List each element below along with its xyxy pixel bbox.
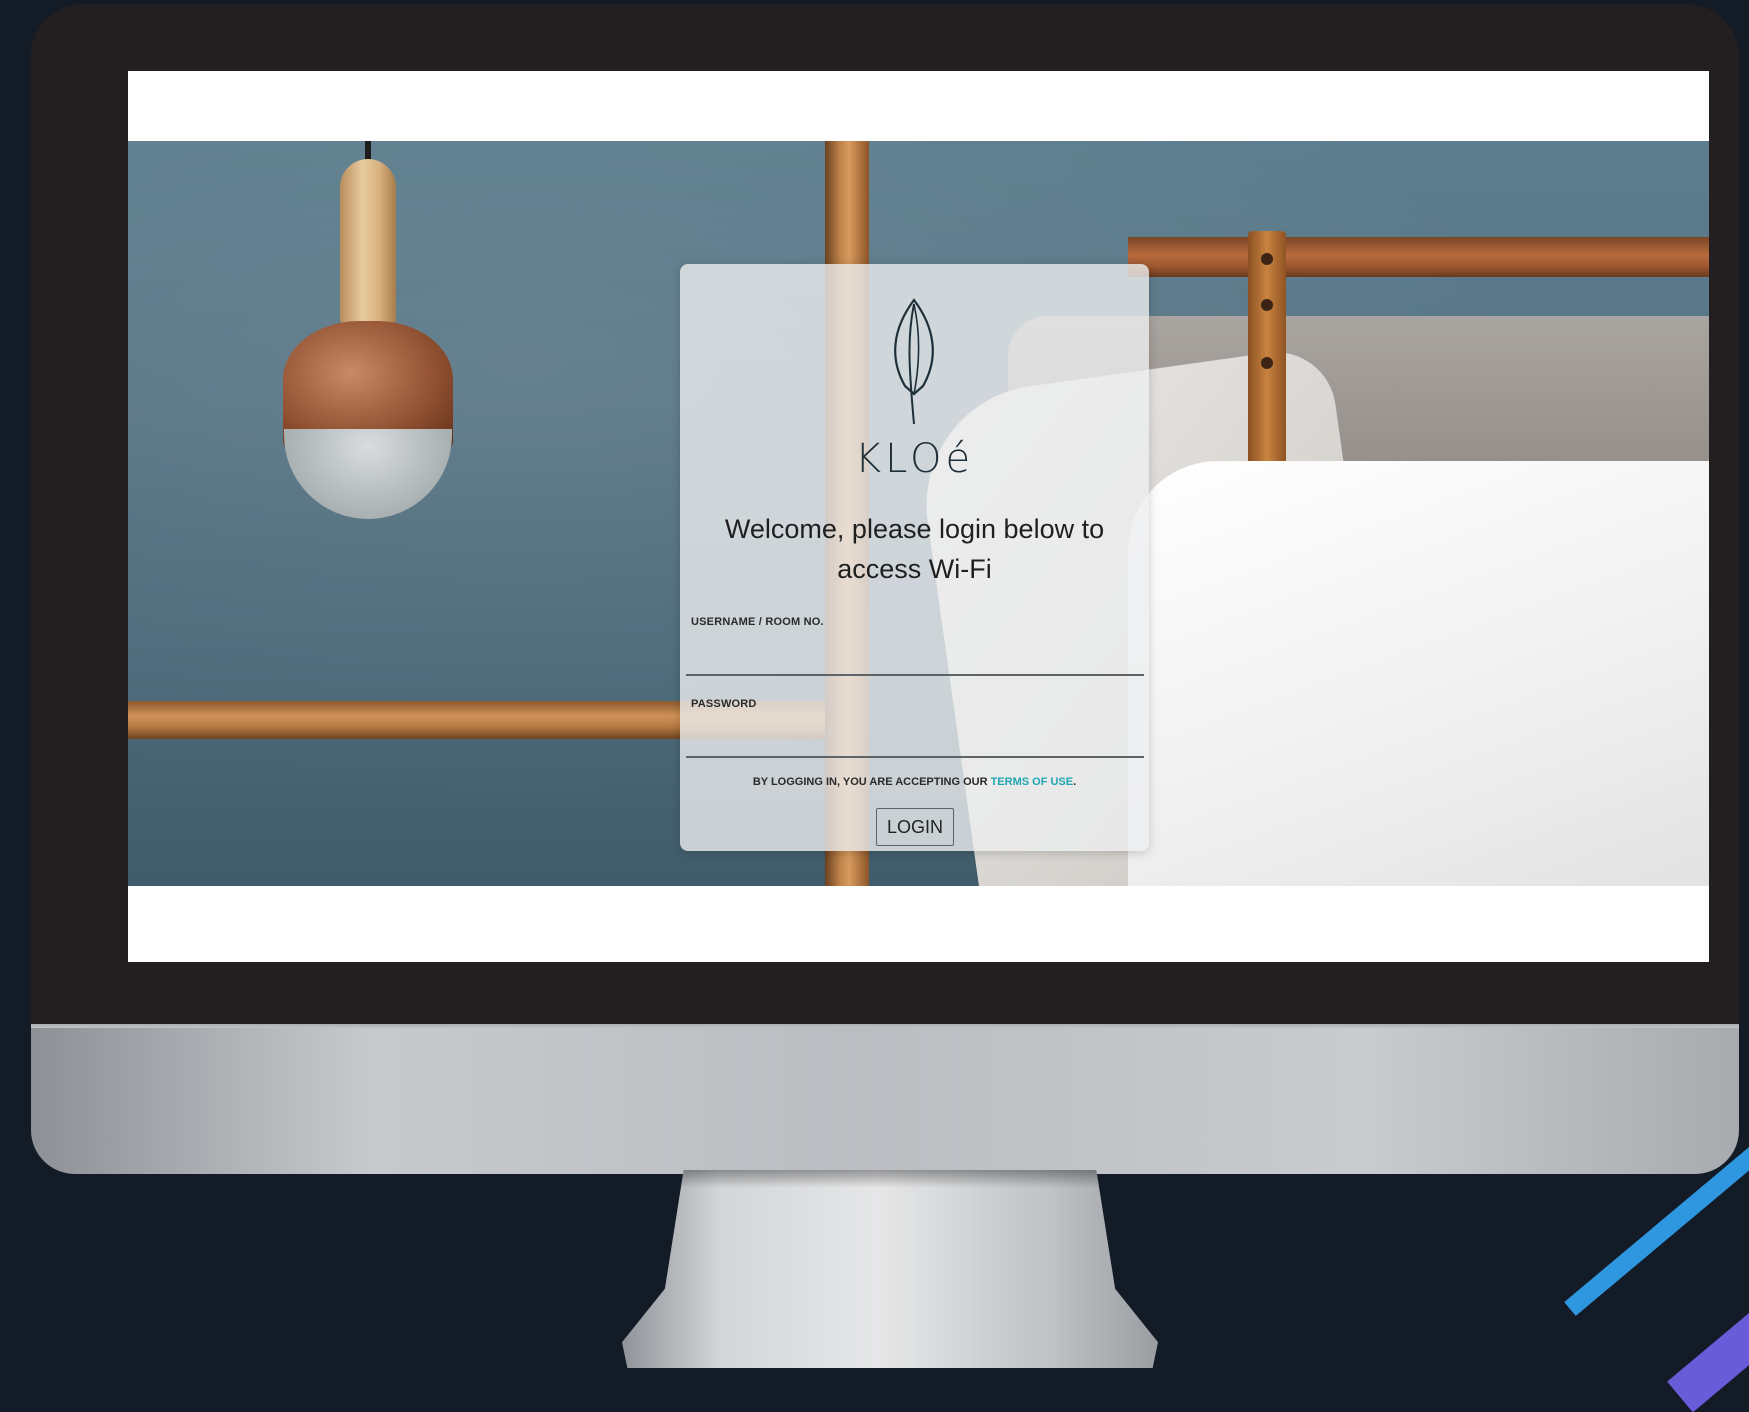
terms-prefix: BY LOGGING IN, YOU ARE ACCEPTING OUR [752, 776, 991, 788]
lamp-cord [365, 141, 371, 161]
monitor-stand [622, 1170, 1158, 1368]
browser-screen: KLOé Welcome, please login below to acce… [128, 71, 1709, 962]
copper-rail [1128, 237, 1709, 277]
login-card: KLOé Welcome, please login below to acce… [680, 264, 1149, 851]
monitor-chin [31, 1024, 1739, 1174]
brand-logo-text: KLOé [854, 436, 975, 482]
hero-background-photo: KLOé Welcome, please login below to acce… [128, 141, 1709, 886]
username-label: USERNAME / ROOM NO. [691, 616, 824, 628]
front-pillow [1128, 461, 1709, 886]
login-button[interactable]: LOGIN [876, 808, 954, 846]
monitor-frame: KLOé Welcome, please login below to acce… [31, 4, 1739, 1174]
corner-accent-purple [1667, 1304, 1749, 1412]
terms-suffix: . [1073, 776, 1077, 788]
password-label: PASSWORD [691, 698, 757, 710]
terms-notice: BY LOGGING IN, YOU ARE ACCEPTING OUR TER… [680, 776, 1149, 788]
stand-shadow [680, 1170, 1100, 1188]
strap-rivet [1261, 253, 1273, 265]
strap-rivet [1261, 357, 1273, 369]
username-input[interactable] [686, 632, 1144, 676]
terms-of-use-link[interactable]: TERMS OF USE [991, 776, 1074, 788]
leaf-icon [894, 298, 934, 425]
strap-rivet [1261, 299, 1273, 311]
lamp-wood-socket [340, 159, 396, 325]
welcome-heading: Welcome, please login below to access Wi… [724, 514, 1105, 584]
password-input[interactable] [686, 714, 1144, 758]
